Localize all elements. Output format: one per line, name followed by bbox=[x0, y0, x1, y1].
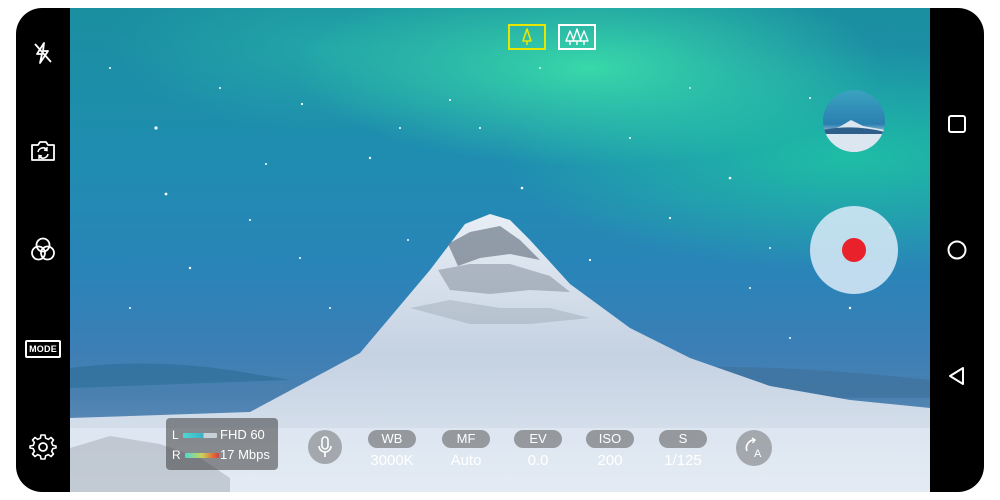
auto-reset-button[interactable]: A bbox=[736, 430, 772, 466]
gallery-thumbnail[interactable] bbox=[823, 90, 885, 152]
circle-icon bbox=[947, 240, 967, 260]
shutter-label: S bbox=[659, 430, 707, 448]
microphone-button[interactable] bbox=[308, 430, 342, 464]
recents-button[interactable] bbox=[942, 109, 972, 139]
record-button[interactable] bbox=[810, 206, 898, 294]
ev-value: 0.0 bbox=[527, 452, 549, 469]
mode-button[interactable]: MODE bbox=[24, 330, 62, 368]
lens-wide-button[interactable] bbox=[558, 24, 596, 50]
home-button[interactable] bbox=[942, 235, 972, 265]
wb-control[interactable]: WB 3000K bbox=[356, 430, 428, 469]
back-button[interactable] bbox=[942, 361, 972, 391]
triangle-back-icon bbox=[949, 367, 964, 385]
recording-info-panel[interactable]: L R FHD 60 17 Mbps bbox=[166, 418, 278, 470]
navigation-bar bbox=[930, 8, 984, 492]
shutter-control[interactable]: S 1/125 bbox=[647, 430, 719, 469]
auto-label: A bbox=[754, 448, 762, 460]
flash-off-icon bbox=[34, 42, 52, 64]
phone-screen: MODE L R FHD 60 17 Mbps WB 3000K MF Auto… bbox=[16, 8, 984, 492]
iso-value: 200 bbox=[597, 452, 623, 469]
square-icon bbox=[948, 115, 966, 133]
shutter-value: 1/125 bbox=[664, 452, 702, 469]
right-audio-meter bbox=[184, 452, 219, 458]
record-dot bbox=[842, 238, 866, 262]
lens-selector bbox=[508, 24, 596, 50]
microphone-icon bbox=[318, 436, 332, 457]
switch-camera-button[interactable] bbox=[24, 132, 62, 170]
resolution-label: FHD 60 bbox=[220, 427, 265, 442]
thumbnail-image bbox=[823, 120, 885, 152]
wb-value: 3000K bbox=[370, 452, 414, 469]
filter-button[interactable] bbox=[24, 230, 62, 268]
ev-label: EV bbox=[514, 430, 562, 448]
right-channel-label: R bbox=[172, 448, 181, 462]
filter-icon bbox=[31, 237, 55, 261]
gear-icon bbox=[29, 434, 57, 460]
wb-label: WB bbox=[368, 430, 416, 448]
bitrate-label: 17 Mbps bbox=[220, 447, 270, 462]
single-tree-icon bbox=[522, 28, 532, 45]
iso-control[interactable]: ISO 200 bbox=[574, 430, 646, 469]
camera-switch-icon bbox=[31, 141, 55, 161]
wide-trees-icon bbox=[565, 28, 589, 45]
mode-label: MODE bbox=[25, 340, 61, 358]
lens-standard-button[interactable] bbox=[508, 24, 546, 50]
settings-button[interactable] bbox=[24, 428, 62, 466]
ev-control[interactable]: EV 0.0 bbox=[502, 430, 574, 469]
flash-toggle-button[interactable] bbox=[24, 34, 62, 72]
left-audio-meter bbox=[182, 432, 217, 438]
left-control-bar: MODE bbox=[16, 8, 70, 492]
camera-viewfinder[interactable]: L R FHD 60 17 Mbps WB 3000K MF Auto EV 0… bbox=[70, 8, 930, 492]
auto-reset-icon: A bbox=[745, 437, 762, 460]
left-channel-label: L bbox=[172, 428, 179, 442]
iso-label: ISO bbox=[586, 430, 634, 448]
mf-label: MF bbox=[442, 430, 490, 448]
mf-value: Auto bbox=[450, 452, 482, 469]
mf-control[interactable]: MF Auto bbox=[430, 430, 502, 469]
